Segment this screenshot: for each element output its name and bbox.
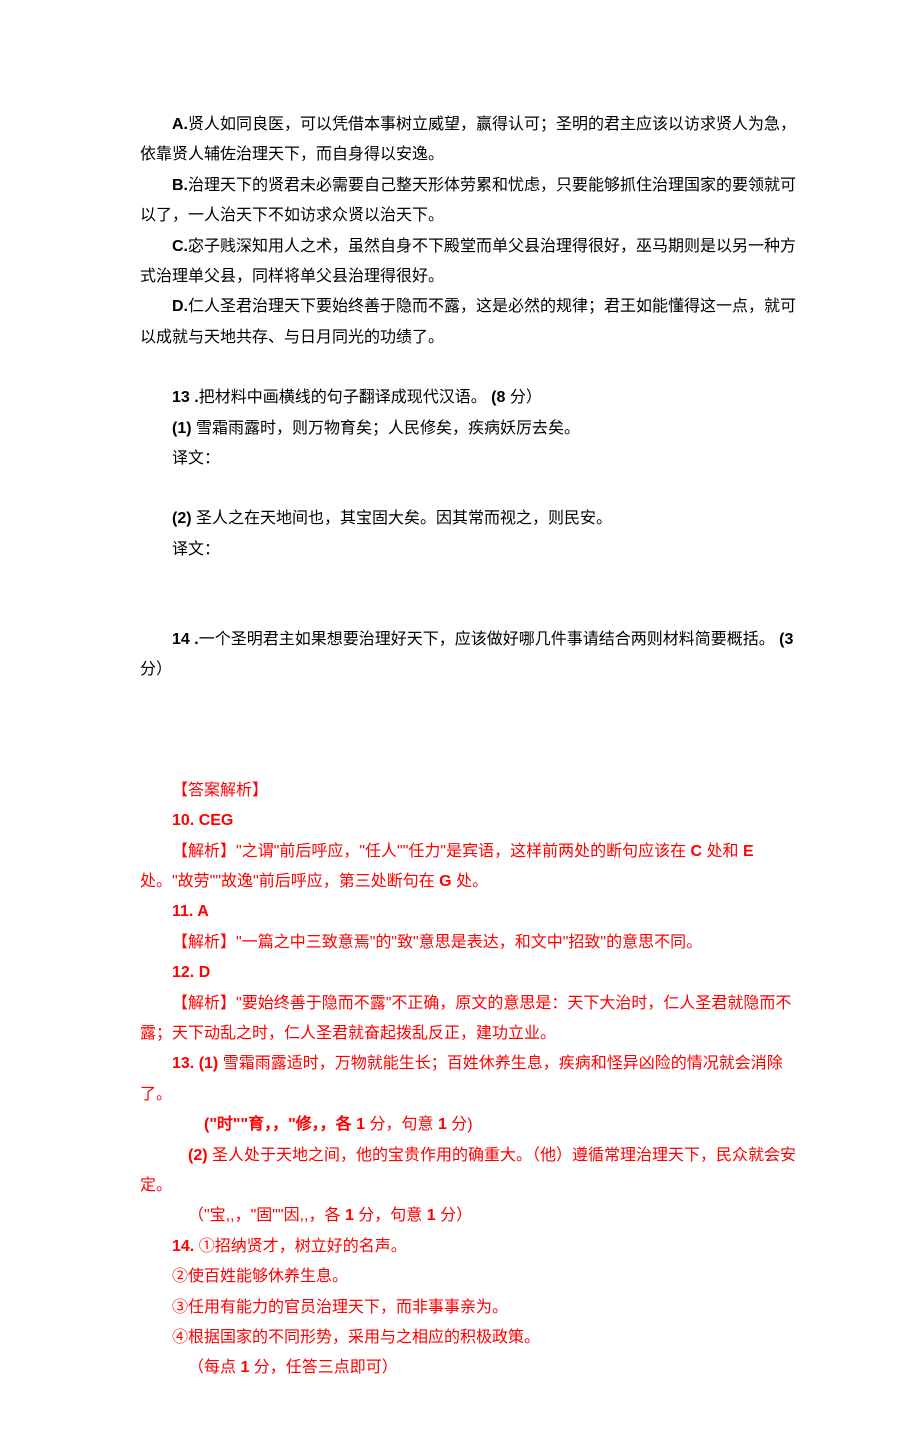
answer-10-label: 10. CEG	[140, 806, 805, 836]
spacer	[140, 565, 805, 625]
answer-14-4: ④根据国家的不同形势，采用与之相应的积极政策。	[140, 1323, 805, 1353]
q13-s2-text: 圣人之在天地间也，其宝固大矣。因其常而视之，则民安。	[192, 510, 612, 527]
answer-10-text2: 处。"故劳""故逸"前后呼应，第三处断句在	[140, 873, 439, 890]
answer-12-label: 12. D	[140, 958, 805, 988]
option-d-text: 仁人圣君治理天下要始终善于隐而不露，这是必然的规律；君王如能懂得这一点，就可以成…	[140, 298, 796, 345]
spacer	[140, 353, 805, 383]
option-a-label: A.	[172, 116, 188, 133]
answer-10-text3: 处。	[452, 873, 488, 890]
spacer	[140, 686, 805, 746]
answer-11-label: 11. A	[140, 897, 805, 927]
answer-13-1-note-pre: ("时""育，，"修，，各	[204, 1116, 356, 1133]
answer-13-2-end: 分）	[436, 1207, 472, 1224]
answer-13-2-mid: 分，句意	[354, 1207, 427, 1224]
answer-14-2: ②使百姓能够休养生息。	[140, 1262, 805, 1292]
q14-score: (3	[779, 631, 793, 648]
answer-14-3: ③任用有能力的官员治理天下，而非事事亲为。	[140, 1293, 805, 1323]
spacer	[140, 474, 805, 504]
answer-14-one: 1	[240, 1359, 249, 1376]
answer-14-note-pre: （每点	[188, 1359, 240, 1376]
answer-header: 【答案解析】	[140, 776, 805, 806]
option-b-text: 治理天下的贤君未必需要自己整天形体劳累和忧虑，只要能够抓住治理国家的要领就可以了…	[140, 177, 796, 224]
option-a: A.贤人如同良医，可以凭借本事树立威望，赢得认可；圣明的君主应该以访求贤人为急，…	[140, 110, 805, 171]
option-a-text: 贤人如同良医，可以凭借本事树立威望，赢得认可；圣明的君主应该以访求贤人为急，依靠…	[140, 116, 796, 163]
answer-10-body: 【解析】"之谓"前后呼应，"任人""任力"是宾语，这样前两处的断句应该在 C 处…	[140, 837, 805, 898]
answer-14-note: （每点 1 分，任答三点即可）	[140, 1353, 805, 1383]
question-13: 13 .把材料中画横线的句子翻译成现代汉语。 (8 分）	[140, 383, 805, 413]
answer-12-text: "要始终善于隐而不露"不正确，原文的意思是：天下大治时，仁人圣君就隐而不露；天下…	[140, 995, 791, 1042]
answer-13-1-mid: 分，句意	[365, 1116, 438, 1133]
q13-num: 13	[172, 389, 190, 406]
question-13-sub1: (1) 雪霜雨露时，则万物育矣；人民修矣，疾病妖厉去矣。	[140, 414, 805, 444]
answer-13-2-text: 圣人处于天地之间，他的宝贵作用的确重大。（他）遵循常理治理天下，民众就会安定。	[140, 1147, 796, 1194]
answer-12-body: 【解析】"要始终善于隐而不露"不正确，原文的意思是：天下大治时，仁人圣君就隐而不…	[140, 989, 805, 1050]
q13-score-unit: 分）	[505, 389, 541, 406]
q13-s1-yiwen: 译文：	[140, 444, 805, 474]
answer-13-2-one-b: 1	[427, 1207, 436, 1224]
answer-10-prefix: 【解析】	[172, 843, 236, 860]
option-b: B.治理天下的贤君未必需要自己整天形体劳累和忧虑，只要能够抓住治理国家的要领就可…	[140, 171, 805, 232]
option-d: D.仁人圣君治理天下要始终善于隐而不露，这是必然的规律；君王如能懂得这一点，就可…	[140, 292, 805, 353]
answer-14-label: 14.	[172, 1238, 194, 1255]
q14-score-unit: 分）	[140, 661, 172, 678]
option-c-label: C.	[172, 238, 188, 255]
answer-13-2: (2) 圣人处于天地之间，他的宝贵作用的确重大。（他）遵循常理治理天下，民众就会…	[140, 1141, 805, 1202]
answer-10-mid: 处和	[702, 843, 743, 860]
answer-10-text: "之谓"前后呼应，"任人""任力"是宾语，这样前两处的断句应该在	[236, 843, 691, 860]
answer-13-2-label: (2)	[188, 1147, 208, 1164]
answer-13-2-note: （"宝,,，"固""因,,，各 1 分，句意 1 分）	[140, 1201, 805, 1231]
q13-s2-label: (2)	[172, 510, 192, 527]
q14-stem: 一个圣明君主如果想要治理好天下，应该做好哪几件事请结合两则材料简要概括。	[199, 631, 779, 648]
answer-11-text: "一篇之中三致意焉"的"致"意思是表达，和文中"招致"的意思不同。	[236, 934, 702, 951]
answer-10-g: G	[439, 873, 451, 890]
answer-14-note-post: 分，任答三点即可）	[249, 1359, 397, 1376]
answer-11-body: 【解析】"一篇之中三致意焉"的"致"意思是表达，和文中"招致"的意思不同。	[140, 928, 805, 958]
answer-13-1-text: 雪霜雨露适时，万物就能生长；百姓休养生息，疾病和怪异凶险的情况就会消除了。	[140, 1055, 783, 1102]
q13-s2-yiwen: 译文：	[140, 535, 805, 565]
answer-13-2-note-pre: （"宝,,，"固""因,,，各	[188, 1207, 345, 1224]
option-c-text: 宓子贱深知用人之术，虽然自身不下殿堂而单父县治理得很好，巫马期则是以另一种方式治…	[140, 238, 796, 285]
question-13-sub2: (2) 圣人之在天地间也，其宝固大矣。因其常而视之，则民安。	[140, 504, 805, 534]
answer-13-2-one-a: 1	[345, 1207, 354, 1224]
q13-s1-label: (1)	[172, 420, 192, 437]
q13-score: (8	[491, 389, 505, 406]
answer-13-1-end: 分)	[447, 1116, 473, 1133]
answer-11-prefix: 【解析】	[172, 934, 236, 951]
answer-13-label: 13. (1)	[172, 1055, 218, 1072]
answer-13-1-one-b: 1	[438, 1116, 447, 1133]
answer-13-1: 13. (1) 雪霜雨露适时，万物就能生长；百姓休养生息，疾病和怪异凶险的情况就…	[140, 1049, 805, 1110]
answer-10-c: C	[691, 843, 703, 860]
option-b-label: B.	[172, 177, 188, 194]
question-14: 14 .一个圣明君主如果想要治理好天下，应该做好哪几件事请结合两则材料简要概括。…	[140, 625, 805, 686]
answer-13-1-note: ("时""育，，"修，，各 1 分，句意 1 分)	[140, 1110, 805, 1140]
q13-stem: 把材料中画横线的句子翻译成现代汉语。	[199, 389, 491, 406]
answer-14-1: ①招纳贤才，树立好的名声。	[194, 1238, 406, 1255]
q14-dot: .	[190, 631, 199, 648]
q14-num: 14	[172, 631, 190, 648]
answer-12-prefix: 【解析】	[172, 995, 236, 1012]
answer-14: 14. ①招纳贤才，树立好的名声。	[140, 1232, 805, 1262]
q13-dot: .	[190, 389, 199, 406]
spacer	[140, 746, 805, 776]
option-d-label: D.	[172, 298, 188, 315]
q13-s1-text: 雪霜雨露时，则万物育矣；人民修矣，疾病妖厉去矣。	[192, 420, 580, 437]
option-c: C.宓子贱深知用人之术，虽然自身不下殿堂而单父县治理得很好，巫马期则是以另一种方…	[140, 232, 805, 293]
answer-10-e: E	[743, 843, 754, 860]
answer-13-1-one-a: 1	[356, 1116, 365, 1133]
document-page: A.贤人如同良医，可以凭借本事树立威望，赢得认可；圣明的君主应该以访求贤人为急，…	[0, 0, 920, 1444]
